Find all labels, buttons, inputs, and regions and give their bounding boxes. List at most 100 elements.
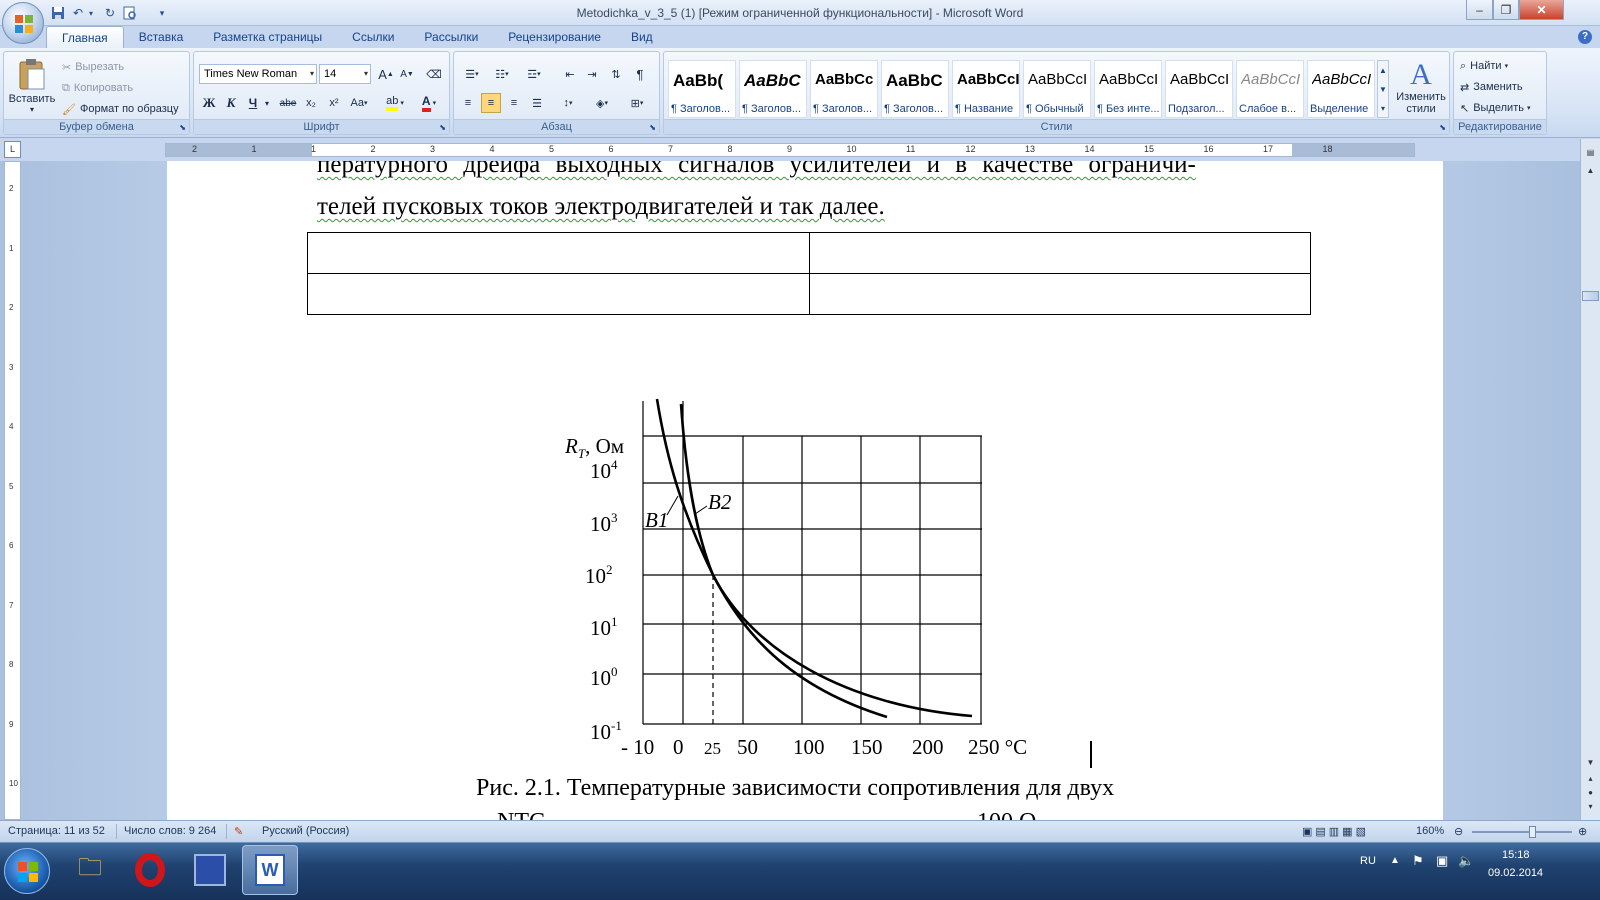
zoom-in-icon[interactable]: ⊕: [1578, 825, 1587, 838]
style-no-spacing[interactable]: AaBbCcI ¶ Без инте...: [1094, 60, 1162, 118]
vertical-scrollbar[interactable]: ▤ ▲ ▼ ▴ ● ▾: [1580, 139, 1600, 820]
scroll-thumb[interactable]: [1582, 291, 1599, 301]
flag-icon[interactable]: ⚑: [1412, 853, 1424, 869]
restore-button[interactable]: ❐: [1493, 0, 1519, 20]
clear-formatting-icon[interactable]: ⌫: [424, 64, 444, 84]
minimize-button[interactable]: –: [1466, 0, 1493, 20]
highlight-button[interactable]: ab ▾: [380, 93, 410, 113]
tab-review[interactable]: Рецензирование: [493, 26, 616, 48]
font-launcher-icon[interactable]: ⬊: [439, 123, 446, 132]
tab-page-layout[interactable]: Разметка страницы: [198, 26, 337, 48]
replace-button[interactable]: ⇄ Заменить: [1460, 78, 1523, 96]
style-normal[interactable]: AaBbCcI ¶ Обычный: [1023, 60, 1091, 118]
taskbar-save-app[interactable]: [182, 845, 238, 895]
help-icon[interactable]: ?: [1578, 30, 1592, 44]
change-styles-button[interactable]: A Изменить стили: [1394, 56, 1448, 118]
shading-button[interactable]: ◈ ▾: [588, 93, 616, 113]
figure-caption-line2[interactable]: NTC 100 О: [497, 809, 1036, 820]
style-heading-2[interactable]: AaBbC ¶ Заголов...: [739, 60, 807, 118]
underline-dropdown-icon[interactable]: ▾: [262, 93, 272, 113]
zoom-level[interactable]: 160%: [1416, 825, 1444, 837]
tab-references[interactable]: Ссылки: [337, 26, 409, 48]
show-hidden-icons[interactable]: ▲: [1390, 855, 1400, 866]
multilevel-list-button[interactable]: ☲ ▾: [518, 64, 550, 84]
find-button[interactable]: ⌕ Найти ▾: [1460, 57, 1508, 75]
italic-button[interactable]: К: [221, 93, 241, 113]
next-page-button[interactable]: ▾: [1582, 799, 1599, 815]
font-color-button[interactable]: A ▾: [414, 93, 444, 113]
language-tray[interactable]: RU: [1360, 855, 1376, 867]
cut-button[interactable]: ✂ Вырезать: [62, 58, 124, 76]
show-marks-icon[interactable]: ¶: [630, 64, 650, 84]
strikethrough-button[interactable]: abe: [278, 93, 298, 113]
justify-icon[interactable]: ☰: [527, 93, 547, 113]
style-subtle-emphasis[interactable]: AaBbCcI Слабое в...: [1236, 60, 1304, 118]
tab-insert[interactable]: Вставка: [124, 26, 199, 48]
style-heading-3[interactable]: AaBbCc ¶ Заголов...: [810, 60, 878, 118]
font-size-combo[interactable]: 14 ▾: [319, 64, 371, 84]
line-spacing-button[interactable]: ↕ ▾: [554, 93, 582, 113]
format-painter-button[interactable]: 🖌 Формат по образцу: [62, 100, 179, 118]
borders-button[interactable]: ⊞ ▾: [622, 93, 652, 113]
increase-indent-icon[interactable]: ⇥: [582, 64, 602, 84]
change-case-button[interactable]: Aa ▾: [347, 93, 371, 113]
office-button[interactable]: [2, 2, 44, 44]
scroll-up-button[interactable]: ▲: [1582, 163, 1599, 179]
zoom-out-icon[interactable]: ⊖: [1454, 825, 1463, 838]
volume-icon[interactable]: 🔈: [1458, 853, 1474, 869]
ruler-number: 6: [608, 144, 614, 154]
styles-launcher-icon[interactable]: ⬊: [1439, 123, 1446, 132]
style-heading-4[interactable]: AaBbC ¶ Заголов...: [881, 60, 949, 118]
figure-caption[interactable]: Рис. 2.1. Температурные зависимости сопр…: [476, 775, 1114, 802]
tab-view[interactable]: Вид: [616, 26, 668, 48]
start-button[interactable]: [4, 848, 50, 894]
language-indicator[interactable]: Русский (Россия): [262, 825, 349, 837]
style-title[interactable]: AaBbCcI ¶ Название: [952, 60, 1020, 118]
view-ruler-icon[interactable]: ▤: [1582, 145, 1599, 161]
clock-time[interactable]: 15:18: [1502, 849, 1530, 861]
taskbar-explorer[interactable]: 🗀: [62, 845, 118, 895]
document-page[interactable]: пературного дрейфа выходных сигналов уси…: [167, 161, 1443, 820]
zoom-slider[interactable]: [1472, 831, 1572, 833]
align-left-icon[interactable]: ≡: [458, 93, 478, 113]
grow-font-button[interactable]: A ▲: [376, 64, 396, 84]
proofing-icon[interactable]: ✎: [234, 825, 243, 838]
taskbar-word[interactable]: W: [242, 845, 298, 895]
subscript-button[interactable]: x₂: [301, 93, 321, 113]
taskbar-opera[interactable]: [122, 845, 178, 895]
copy-button[interactable]: ⧉ Копировать: [62, 79, 133, 97]
font-family-combo[interactable]: Times New Roman ▾: [199, 64, 317, 84]
style-heading-1[interactable]: AaBb(¶ Заголов...: [668, 60, 736, 118]
word-count[interactable]: Число слов: 9 264: [124, 825, 216, 837]
zoom-slider-thumb[interactable]: [1529, 826, 1536, 838]
scroll-down-button[interactable]: ▼: [1582, 755, 1599, 771]
shrink-font-button[interactable]: A ▼: [397, 64, 417, 84]
clipboard-launcher-icon[interactable]: ⬊: [179, 123, 186, 132]
numbering-button[interactable]: ☷ ▾: [488, 64, 516, 84]
ruler-number: 5: [549, 144, 555, 154]
tab-mailings[interactable]: Рассылки: [409, 26, 493, 48]
align-center-icon[interactable]: ≡: [481, 93, 501, 113]
sort-icon[interactable]: ⇅: [606, 64, 626, 84]
superscript-button[interactable]: x²: [324, 93, 344, 113]
decrease-indent-icon[interactable]: ⇤: [560, 64, 580, 84]
styles-scroll[interactable]: ▲ ▼ ▾: [1377, 60, 1389, 118]
paste-button[interactable]: Вставить ▾: [6, 54, 58, 116]
style-subtitle[interactable]: AaBbCcI Подзагол...: [1165, 60, 1233, 118]
close-button[interactable]: ✕: [1519, 0, 1564, 20]
horizontal-ruler[interactable]: 2 1 1 2 3 4 5 6 7 8 9 10 11 12 13 14 15 16 17 18: [165, 143, 1415, 157]
bold-button[interactable]: Ж: [199, 93, 219, 113]
align-right-icon[interactable]: ≡: [504, 93, 524, 113]
tab-selector-button[interactable]: L: [4, 141, 21, 158]
tab-home[interactable]: Главная: [46, 26, 124, 48]
view-buttons[interactable]: ▣▤▥▦▧: [1302, 825, 1369, 838]
vertical-ruler[interactable]: 2123456789101112: [4, 161, 21, 900]
paragraph-launcher-icon[interactable]: ⬊: [649, 123, 656, 132]
select-button[interactable]: ↖ Выделить ▾: [1460, 99, 1530, 117]
network-icon[interactable]: ▣: [1436, 853, 1448, 869]
clock-date[interactable]: 09.02.2014: [1488, 867, 1543, 879]
underline-button[interactable]: Ч: [243, 93, 263, 113]
page-indicator[interactable]: Страница: 11 из 52: [8, 825, 105, 837]
style-emphasis[interactable]: AaBbCcI Выделение: [1307, 60, 1375, 118]
bullets-button[interactable]: ☰ ▾: [458, 64, 486, 84]
